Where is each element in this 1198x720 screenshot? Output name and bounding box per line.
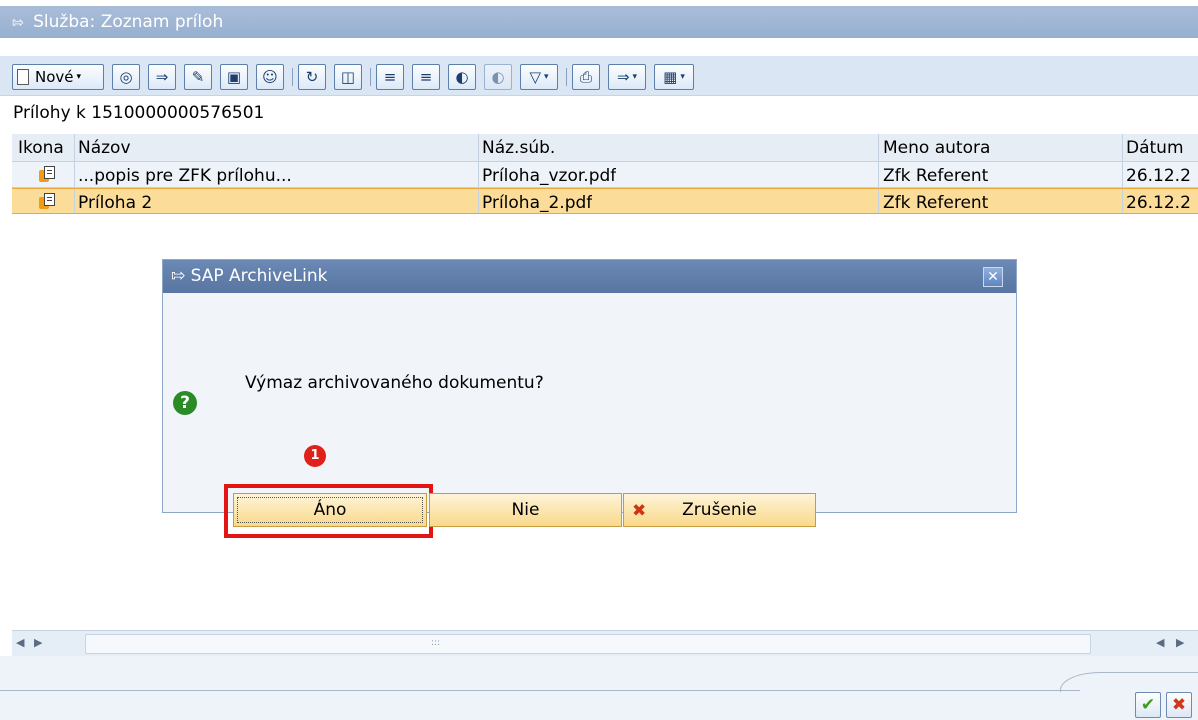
layout-grid-icon[interactable]: ▦ ▾ xyxy=(654,64,694,90)
row-filename: Príloha_2.pdf xyxy=(482,193,593,213)
column-divider xyxy=(878,134,879,161)
attachments-table: Ikona Názov Náz.súb. Meno autora Dátum .… xyxy=(12,134,1198,214)
dialog-question: Výmaz archivovaného dokumentu? xyxy=(245,373,544,393)
column-divider xyxy=(74,189,75,213)
details-icon[interactable]: ◫ xyxy=(334,64,362,90)
scroll-grip-icon: ::: xyxy=(431,638,441,648)
row-date: 26.12.2 xyxy=(1126,193,1191,213)
table-row-selected[interactable]: Príloha 2 Príloha_2.pdf Zfk Referent 26.… xyxy=(12,188,1198,214)
archivelink-dialog: ⇰ SAP ArchiveLink ✕ ? Výmaz archivovanéh… xyxy=(162,259,1017,538)
dialog-close-icon[interactable]: ✕ xyxy=(983,267,1003,287)
column-divider xyxy=(74,162,75,187)
horizontal-scroll-area: ◀ ▶ ::: ◀ ▶ xyxy=(12,630,1198,656)
cancel-button[interactable]: ✖ Zrušenie xyxy=(623,493,816,527)
footer-area xyxy=(0,656,1198,720)
dialog-titlebar: ⇰ SAP ArchiveLink xyxy=(163,260,1016,293)
row-author: Zfk Referent xyxy=(883,193,989,213)
scroll-right-icon[interactable]: ▶ xyxy=(1176,636,1184,649)
attachment-icon xyxy=(39,193,57,210)
column-divider xyxy=(478,162,479,187)
window-menu-icon[interactable]: ⇰ xyxy=(12,15,24,31)
dropdown-arrow-icon: ▾ xyxy=(76,72,82,82)
column-header-name[interactable]: Názov xyxy=(78,134,131,161)
edit-pencil-icon[interactable]: ✎ xyxy=(184,64,212,90)
confirm-check-icon[interactable]: ✔ xyxy=(1135,692,1161,718)
cancel-x-icon: ✖ xyxy=(632,501,647,521)
scroll-left-icon[interactable]: ◀ xyxy=(1156,636,1164,649)
table-header: Ikona Názov Náz.súb. Meno autora Dátum xyxy=(12,134,1198,162)
table-row[interactable]: ...popis pre ZFK prílohu... Príloha_vzor… xyxy=(12,162,1198,188)
dialog-menu-icon[interactable]: ⇰ xyxy=(171,266,185,286)
filter-icon[interactable]: ▽ ▾ xyxy=(520,64,558,90)
application-toolbar: Nové ▾ ◎ ⇒ ✎ ▣ ☺ ↻ ◫ ≡ ≡ ◐ ◐ ▽ ▾ ⎙ ⇒ ▾ ▦ ▾ xyxy=(0,56,1198,96)
window-titlebar: ⇰ Služba: Zoznam príloh xyxy=(0,0,1198,50)
print-icon[interactable]: ⎙ xyxy=(572,64,600,90)
change-author-icon[interactable]: ☺ xyxy=(256,64,284,90)
sort-ascending-icon[interactable]: ≡ xyxy=(376,64,404,90)
column-divider xyxy=(1122,162,1123,187)
row-filename: Príloha_vzor.pdf xyxy=(482,166,617,186)
row-date: 26.12.2 xyxy=(1126,166,1191,186)
column-divider xyxy=(478,189,479,213)
row-name: Príloha 2 xyxy=(78,193,153,213)
find-next-icon[interactable]: ◐ xyxy=(484,64,512,90)
toolbar-separator xyxy=(370,68,371,86)
window-title: Služba: Zoznam príloh xyxy=(33,12,224,32)
cancel-x-icon[interactable]: ✖ xyxy=(1166,692,1192,718)
column-divider xyxy=(1122,134,1123,161)
column-divider xyxy=(478,134,479,161)
yes-button[interactable]: Áno xyxy=(233,493,427,527)
question-icon: ? xyxy=(173,391,197,415)
export-icon[interactable]: ⇒ xyxy=(148,64,176,90)
footer-divider xyxy=(0,690,1080,691)
toolbar-separator xyxy=(292,68,293,86)
find-binoculars-icon[interactable]: ◐ xyxy=(448,64,476,90)
display-glasses-icon[interactable]: ◎ xyxy=(112,64,140,90)
delete-trash-icon[interactable]: ▣ xyxy=(220,64,248,90)
horizontal-scrollbar[interactable]: ::: xyxy=(85,634,1091,654)
refresh-icon[interactable]: ↻ xyxy=(298,64,326,90)
column-header-filename[interactable]: Náz.súb. xyxy=(482,134,555,161)
row-author: Zfk Referent xyxy=(883,166,989,186)
column-header-date[interactable]: Dátum xyxy=(1126,134,1198,161)
footer-curve xyxy=(1060,672,1198,692)
dialog-body: ? Výmaz archivovaného dokumentu? 1 Áno N… xyxy=(163,293,1016,538)
scroll-right-icon[interactable]: ▶ xyxy=(34,636,42,649)
new-button[interactable]: Nové ▾ xyxy=(12,64,104,90)
attachments-heading: Prílohy k 1510000000576501 xyxy=(13,103,265,123)
focus-outline xyxy=(237,497,423,523)
toolbar-separator xyxy=(566,68,567,86)
column-divider xyxy=(878,162,879,187)
sort-descending-icon[interactable]: ≡ xyxy=(412,64,440,90)
row-name: ...popis pre ZFK prílohu... xyxy=(78,166,292,186)
column-header-author[interactable]: Meno autora xyxy=(883,134,990,161)
attachment-icon xyxy=(39,166,57,183)
column-divider xyxy=(1122,189,1123,213)
dialog-title: SAP ArchiveLink xyxy=(190,266,328,286)
export-menu-icon[interactable]: ⇒ ▾ xyxy=(608,64,646,90)
new-document-icon xyxy=(17,69,29,85)
column-divider xyxy=(74,134,75,161)
step-badge: 1 xyxy=(304,445,326,467)
scroll-left-icon[interactable]: ◀ xyxy=(16,636,24,649)
no-button[interactable]: Nie xyxy=(429,493,622,527)
column-header-icon[interactable]: Ikona xyxy=(18,134,64,161)
column-divider xyxy=(878,189,879,213)
